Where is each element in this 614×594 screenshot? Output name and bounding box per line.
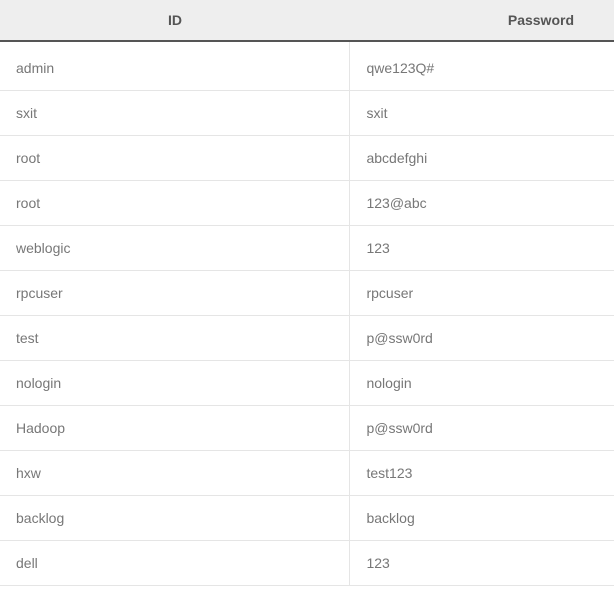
table-row: admin qwe123Q#: [0, 41, 614, 91]
cell-password: qwe123Q#: [350, 41, 614, 91]
cell-id: backlog: [0, 496, 350, 541]
cell-id: weblogic: [0, 226, 350, 271]
cell-password: test123: [350, 451, 614, 496]
cell-id: test: [0, 316, 350, 361]
cell-id: dell: [0, 541, 350, 586]
header-password: Password: [350, 0, 614, 41]
cell-password: 123: [350, 226, 614, 271]
cell-id: sxit: [0, 91, 350, 136]
cell-id: root: [0, 136, 350, 181]
cell-password: rpcuser: [350, 271, 614, 316]
table-row: rpcuser rpcuser: [0, 271, 614, 316]
table-row: nologin nologin: [0, 361, 614, 406]
table-row: root 123@abc: [0, 181, 614, 226]
table-row: hxw test123: [0, 451, 614, 496]
cell-id: nologin: [0, 361, 350, 406]
table-row: weblogic 123: [0, 226, 614, 271]
cell-id: rpcuser: [0, 271, 350, 316]
cell-id: root: [0, 181, 350, 226]
table-body: admin qwe123Q# sxit sxit root abcdefghi …: [0, 41, 614, 586]
cell-password: 123: [350, 541, 614, 586]
cell-password: p@ssw0rd: [350, 316, 614, 361]
cell-password: p@ssw0rd: [350, 406, 614, 451]
table-row: dell 123: [0, 541, 614, 586]
cell-password: nologin: [350, 361, 614, 406]
cell-id: Hadoop: [0, 406, 350, 451]
cell-id: admin: [0, 41, 350, 91]
table-row: test p@ssw0rd: [0, 316, 614, 361]
cell-id: hxw: [0, 451, 350, 496]
credentials-table: ID Password admin qwe123Q# sxit sxit roo…: [0, 0, 614, 586]
table-row: backlog backlog: [0, 496, 614, 541]
cell-password: sxit: [350, 91, 614, 136]
header-id: ID: [0, 0, 350, 41]
table-row: sxit sxit: [0, 91, 614, 136]
table-header-row: ID Password: [0, 0, 614, 41]
cell-password: abcdefghi: [350, 136, 614, 181]
cell-password: 123@abc: [350, 181, 614, 226]
table-row: root abcdefghi: [0, 136, 614, 181]
cell-password: backlog: [350, 496, 614, 541]
table-row: Hadoop p@ssw0rd: [0, 406, 614, 451]
